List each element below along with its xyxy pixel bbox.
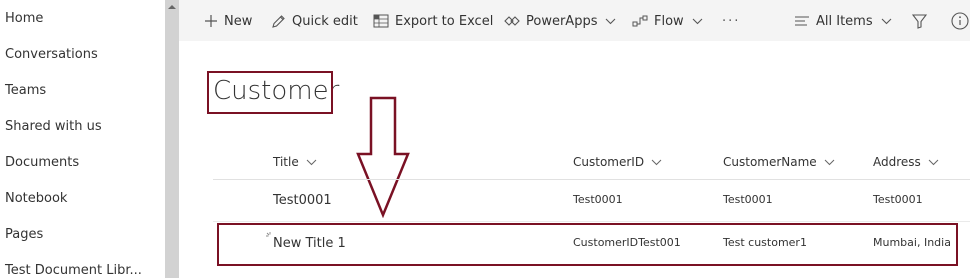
column-header-customerid[interactable]: CustomerID: [573, 155, 662, 169]
row-1-customerid: Test0001: [573, 193, 623, 206]
row-highlight-box: [217, 223, 958, 266]
left-navigation: Home Conversations Teams Shared with us …: [0, 0, 165, 278]
more-icon: ···: [722, 13, 741, 29]
nav-item-documents[interactable]: Documents: [5, 155, 79, 170]
new-button[interactable]: New: [204, 11, 252, 31]
column-header-customername[interactable]: CustomerName: [723, 155, 835, 169]
excel-icon: [373, 14, 389, 28]
chevron-down-icon: [306, 159, 317, 165]
nav-item-test-document-library[interactable]: Test Document Libr...: [5, 263, 142, 278]
down-arrow-annotation: [356, 96, 410, 218]
nav-item-home[interactable]: Home: [5, 11, 43, 26]
column-header-title-label: Title: [273, 155, 299, 169]
header-divider: [213, 179, 970, 180]
row-1-address: Test0001: [873, 193, 923, 206]
flow-icon: [632, 15, 648, 27]
flow-button[interactable]: Flow: [632, 11, 703, 31]
filter-button[interactable]: [912, 11, 927, 31]
column-header-address-label: Address: [873, 155, 921, 169]
chevron-down-icon: [824, 159, 835, 165]
chevron-down-icon: [692, 18, 703, 24]
nav-item-shared-with-us[interactable]: Shared with us: [5, 119, 102, 134]
chevron-down-icon: [606, 18, 616, 24]
list-view-icon: [795, 16, 809, 26]
export-to-excel-button[interactable]: Export to Excel: [373, 11, 493, 31]
nav-item-notebook[interactable]: Notebook: [5, 191, 67, 206]
column-header-customername-label: CustomerName: [723, 155, 817, 169]
more-options-button[interactable]: ···: [722, 11, 740, 31]
title-highlight-box: [207, 71, 333, 114]
chevron-down-icon: [651, 159, 662, 165]
column-header-title[interactable]: Title: [273, 155, 317, 169]
row-1-customername: Test0001: [723, 193, 773, 206]
filter-icon: [912, 13, 927, 29]
quick-edit-button[interactable]: Quick edit: [271, 11, 358, 31]
plus-icon: [205, 15, 217, 27]
new-button-label: New: [224, 13, 253, 29]
nav-item-teams[interactable]: Teams: [5, 83, 46, 98]
row-1-title[interactable]: Test0001: [273, 193, 332, 208]
chevron-down-icon: [928, 159, 939, 165]
view-selector[interactable]: All Items: [794, 11, 892, 31]
info-button[interactable]: [951, 11, 969, 31]
view-selector-label: All Items: [816, 13, 873, 29]
info-icon: [951, 12, 969, 30]
powerapps-icon: [504, 16, 520, 26]
command-bar: New Quick edit Export to Excel PowerApps…: [179, 0, 970, 41]
scroll-up-arrow-icon[interactable]: [165, 4, 179, 14]
nav-item-pages[interactable]: Pages: [5, 227, 43, 242]
powerapps-button[interactable]: PowerApps: [504, 11, 616, 31]
nav-scrollbar[interactable]: [165, 0, 179, 278]
export-to-excel-label: Export to Excel: [395, 13, 494, 29]
powerapps-label: PowerApps: [526, 13, 598, 29]
column-header-customerid-label: CustomerID: [573, 155, 645, 169]
pencil-icon: [272, 14, 285, 28]
chevron-down-icon: [881, 18, 892, 24]
row-divider: [213, 221, 970, 222]
quick-edit-label: Quick edit: [292, 13, 358, 29]
flow-label: Flow: [654, 13, 684, 29]
column-header-address[interactable]: Address: [873, 155, 939, 169]
nav-item-conversations[interactable]: Conversations: [5, 47, 98, 62]
